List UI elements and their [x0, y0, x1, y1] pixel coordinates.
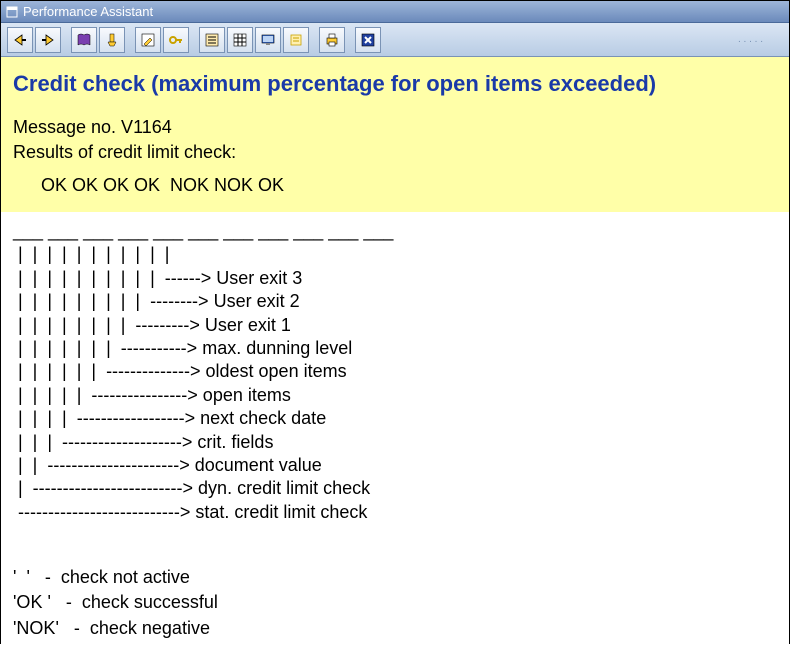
legend: ' ' - check not active 'OK ' - check suc…: [1, 536, 789, 653]
toolbar: . . . . .: [1, 23, 789, 57]
tech-info-button[interactable]: [99, 27, 125, 53]
edit-button[interactable]: [135, 27, 161, 53]
result-line: OK OK OK OK NOK NOK OK: [13, 167, 777, 204]
toolbar-grip-icon: . . . . .: [738, 34, 783, 45]
help-heading: Credit check (maximum percentage for ope…: [13, 71, 777, 97]
list-button[interactable]: [199, 27, 225, 53]
notes-button[interactable]: [283, 27, 309, 53]
grid-button[interactable]: [227, 27, 253, 53]
back-button[interactable]: [7, 27, 33, 53]
app-icon: [5, 5, 19, 19]
close-button[interactable]: [355, 27, 381, 53]
window-title: Performance Assistant: [23, 4, 153, 19]
help-header-area: Credit check (maximum percentage for ope…: [1, 57, 789, 212]
titlebar: Performance Assistant: [1, 1, 789, 23]
message-number: Message no. V1164: [13, 117, 777, 138]
key-button[interactable]: [163, 27, 189, 53]
ascii-diagram: ___ ___ ___ ___ ___ ___ ___ ___ ___ ___ …: [1, 212, 789, 536]
print-button[interactable]: [319, 27, 345, 53]
forward-button[interactable]: [35, 27, 61, 53]
intro-text: Results of credit limit check:: [13, 142, 777, 163]
display-button[interactable]: [255, 27, 281, 53]
book-button[interactable]: [71, 27, 97, 53]
